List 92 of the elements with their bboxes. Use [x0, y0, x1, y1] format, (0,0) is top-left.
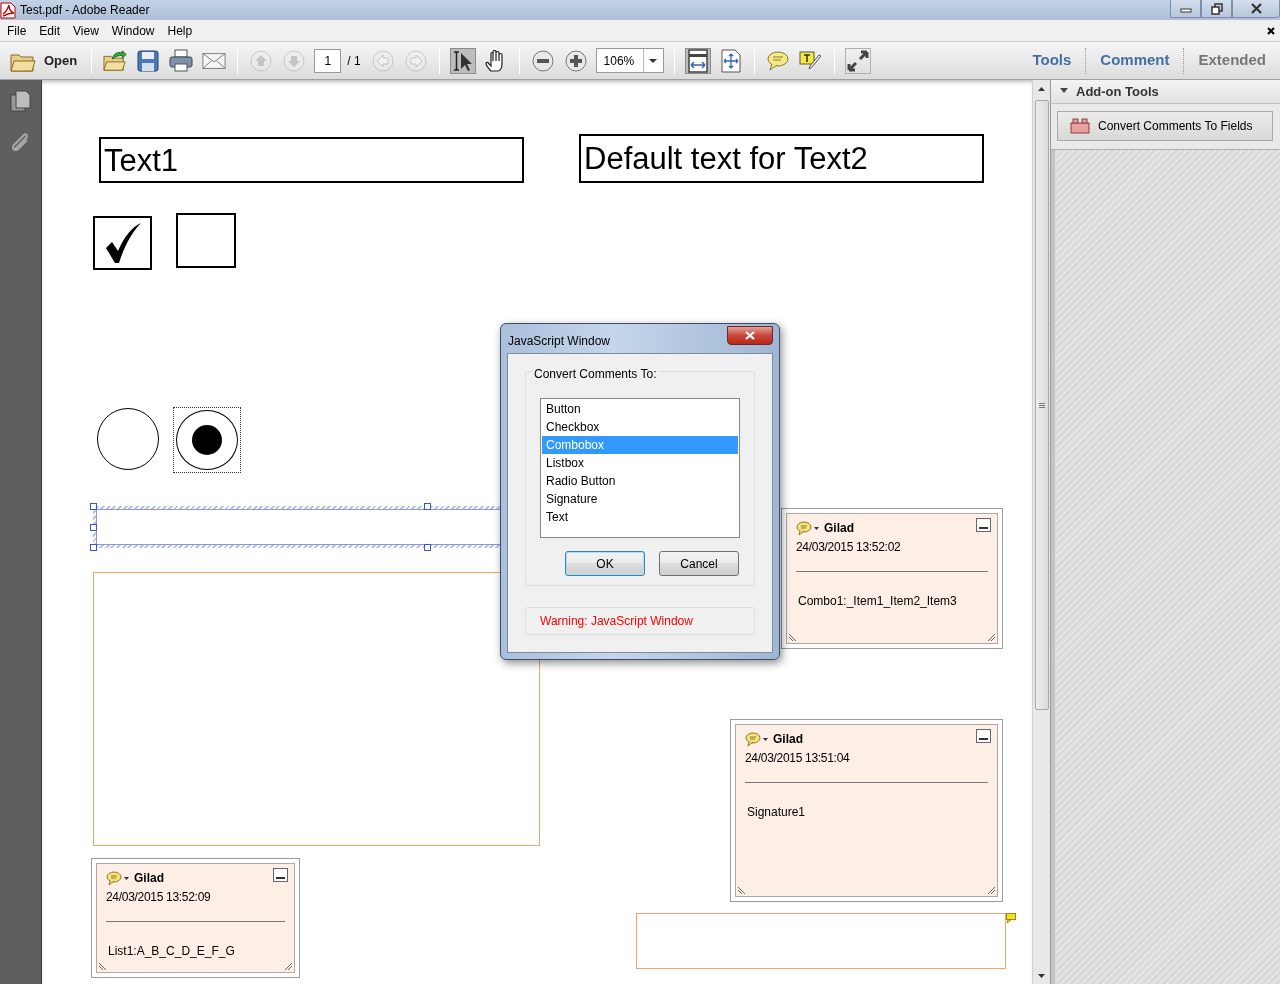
resize-handle[interactable]	[90, 544, 97, 551]
close-icon	[1249, 2, 1263, 15]
comment-text: Signature1	[746, 804, 807, 821]
list-option[interactable]: Text	[542, 508, 738, 526]
menu-item[interactable]: File	[0, 21, 33, 40]
up-arrow-icon[interactable]	[1038, 86, 1045, 91]
comment-date: 24/03/2015 13:52:02	[796, 539, 902, 556]
text-field[interactable]: Text1	[99, 137, 524, 183]
minimize-icon[interactable]	[273, 868, 288, 882]
checkbox[interactable]	[93, 216, 152, 270]
comment-author: Gilad	[134, 870, 164, 887]
fit-width-button[interactable]	[684, 47, 711, 74]
panel-tab[interactable]: Tools	[1018, 47, 1086, 74]
pages-icon[interactable]	[10, 90, 31, 112]
minimize-icon[interactable]	[976, 729, 991, 743]
list-option[interactable]: Checkbox	[542, 418, 738, 436]
tool-button[interactable]: Convert Comments To Fields	[1057, 111, 1273, 141]
brick-icon	[1070, 118, 1090, 134]
dialog-title: JavaScript Window	[508, 333, 611, 350]
grip-icon	[1038, 402, 1045, 408]
highlight-text-icon	[798, 49, 823, 72]
zoom-out-icon	[531, 49, 554, 72]
warning-text: Warning: JavaScript Window	[525, 607, 755, 635]
list-option[interactable]: Signature	[542, 490, 738, 508]
list-option[interactable]: Radio Button	[542, 472, 738, 490]
down-arrow-icon[interactable]	[1038, 973, 1045, 978]
resize-handle[interactable]	[90, 503, 97, 510]
close-button[interactable]	[1232, 0, 1280, 18]
dialog-button[interactable]: OK	[565, 551, 645, 576]
scroll-thumb[interactable]	[1034, 100, 1049, 710]
restore-icon	[1210, 2, 1223, 15]
folder-arrow-icon	[103, 49, 128, 72]
menu-item[interactable]: Help	[160, 21, 199, 40]
dialog-button[interactable]: Cancel	[659, 551, 739, 576]
zoom-in-icon	[564, 49, 587, 72]
fit-page-icon	[718, 48, 743, 73]
resize-grip-icon[interactable]	[987, 886, 996, 895]
resize-grip-icon[interactable]	[737, 886, 746, 895]
close-icon	[745, 331, 755, 340]
expand-button[interactable]	[844, 47, 871, 74]
floppy-disk-button[interactable]	[135, 47, 162, 74]
comment-author: Gilad	[773, 731, 803, 748]
cursor-icon	[451, 49, 474, 72]
resize-grip-icon[interactable]	[788, 633, 797, 642]
resize-grip-icon[interactable]	[987, 633, 996, 642]
expand-icon	[845, 48, 870, 73]
speech-bubble-icon	[765, 49, 790, 72]
panel-tab[interactable]: Comment	[1085, 47, 1184, 74]
menu-item[interactable]: Edit	[32, 21, 67, 40]
printer-icon	[169, 49, 194, 72]
minimize-button[interactable]	[1170, 0, 1201, 18]
paperclip-icon[interactable]	[10, 130, 31, 152]
dropdown-icon[interactable]	[649, 58, 658, 63]
menu-item[interactable]: View	[66, 21, 105, 40]
fit-width-icon	[685, 48, 710, 73]
menu-item[interactable]: Window	[104, 21, 161, 40]
resize-grip-icon[interactable]	[98, 962, 107, 971]
page-number-field[interactable]: 1	[314, 48, 342, 73]
cursor-button[interactable]	[449, 47, 476, 74]
note-icon[interactable]	[1006, 913, 1016, 923]
section-header[interactable]: Add-on Tools	[1051, 80, 1280, 104]
text-field[interactable]: Default text for Text2	[579, 134, 984, 183]
list-option[interactable]: Listbox	[542, 454, 738, 472]
caret-icon[interactable]	[763, 737, 768, 741]
caret-icon[interactable]	[124, 876, 129, 880]
comment-date: 24/03/2015 13:52:09	[106, 889, 212, 906]
open-button[interactable]: Open	[8, 49, 82, 72]
restore-button[interactable]	[1201, 0, 1232, 18]
zoom-field[interactable]: 106%	[595, 48, 664, 73]
list-box[interactable]: Button Checkbox Combobox Listbox Radio Button Signature Text	[540, 398, 740, 538]
caret-icon[interactable]	[814, 526, 819, 530]
window-title: Test.pdf - Adobe Reader	[20, 2, 150, 19]
close-icon[interactable]	[1267, 26, 1275, 35]
zoom-out-button[interactable]	[529, 47, 556, 74]
resize-grip-icon[interactable]	[284, 962, 293, 971]
printer-button[interactable]	[168, 47, 195, 74]
minimize-icon[interactable]	[976, 518, 991, 532]
comment-author: Gilad	[824, 520, 854, 537]
resize-handle[interactable]	[90, 524, 97, 531]
comment-text: Combo1:_Item1_Item2_Item3	[797, 593, 958, 610]
radio-button[interactable]	[173, 407, 241, 473]
comment-text: List1:A_B_C_D_E_F_G	[107, 943, 236, 960]
folder-arrow-button[interactable]	[102, 47, 129, 74]
close-button[interactable]	[727, 326, 773, 345]
checkbox[interactable]	[176, 213, 236, 268]
resize-handle[interactable]	[424, 503, 431, 510]
page-count: / 1	[347, 52, 361, 70]
resize-handle[interactable]	[424, 544, 431, 551]
comment-date: 24/03/2015 13:51:04	[745, 750, 851, 767]
zoom-in-button[interactable]	[562, 47, 589, 74]
list-option[interactable]: Button	[542, 400, 738, 418]
pdf-file-icon	[0, 1, 16, 19]
